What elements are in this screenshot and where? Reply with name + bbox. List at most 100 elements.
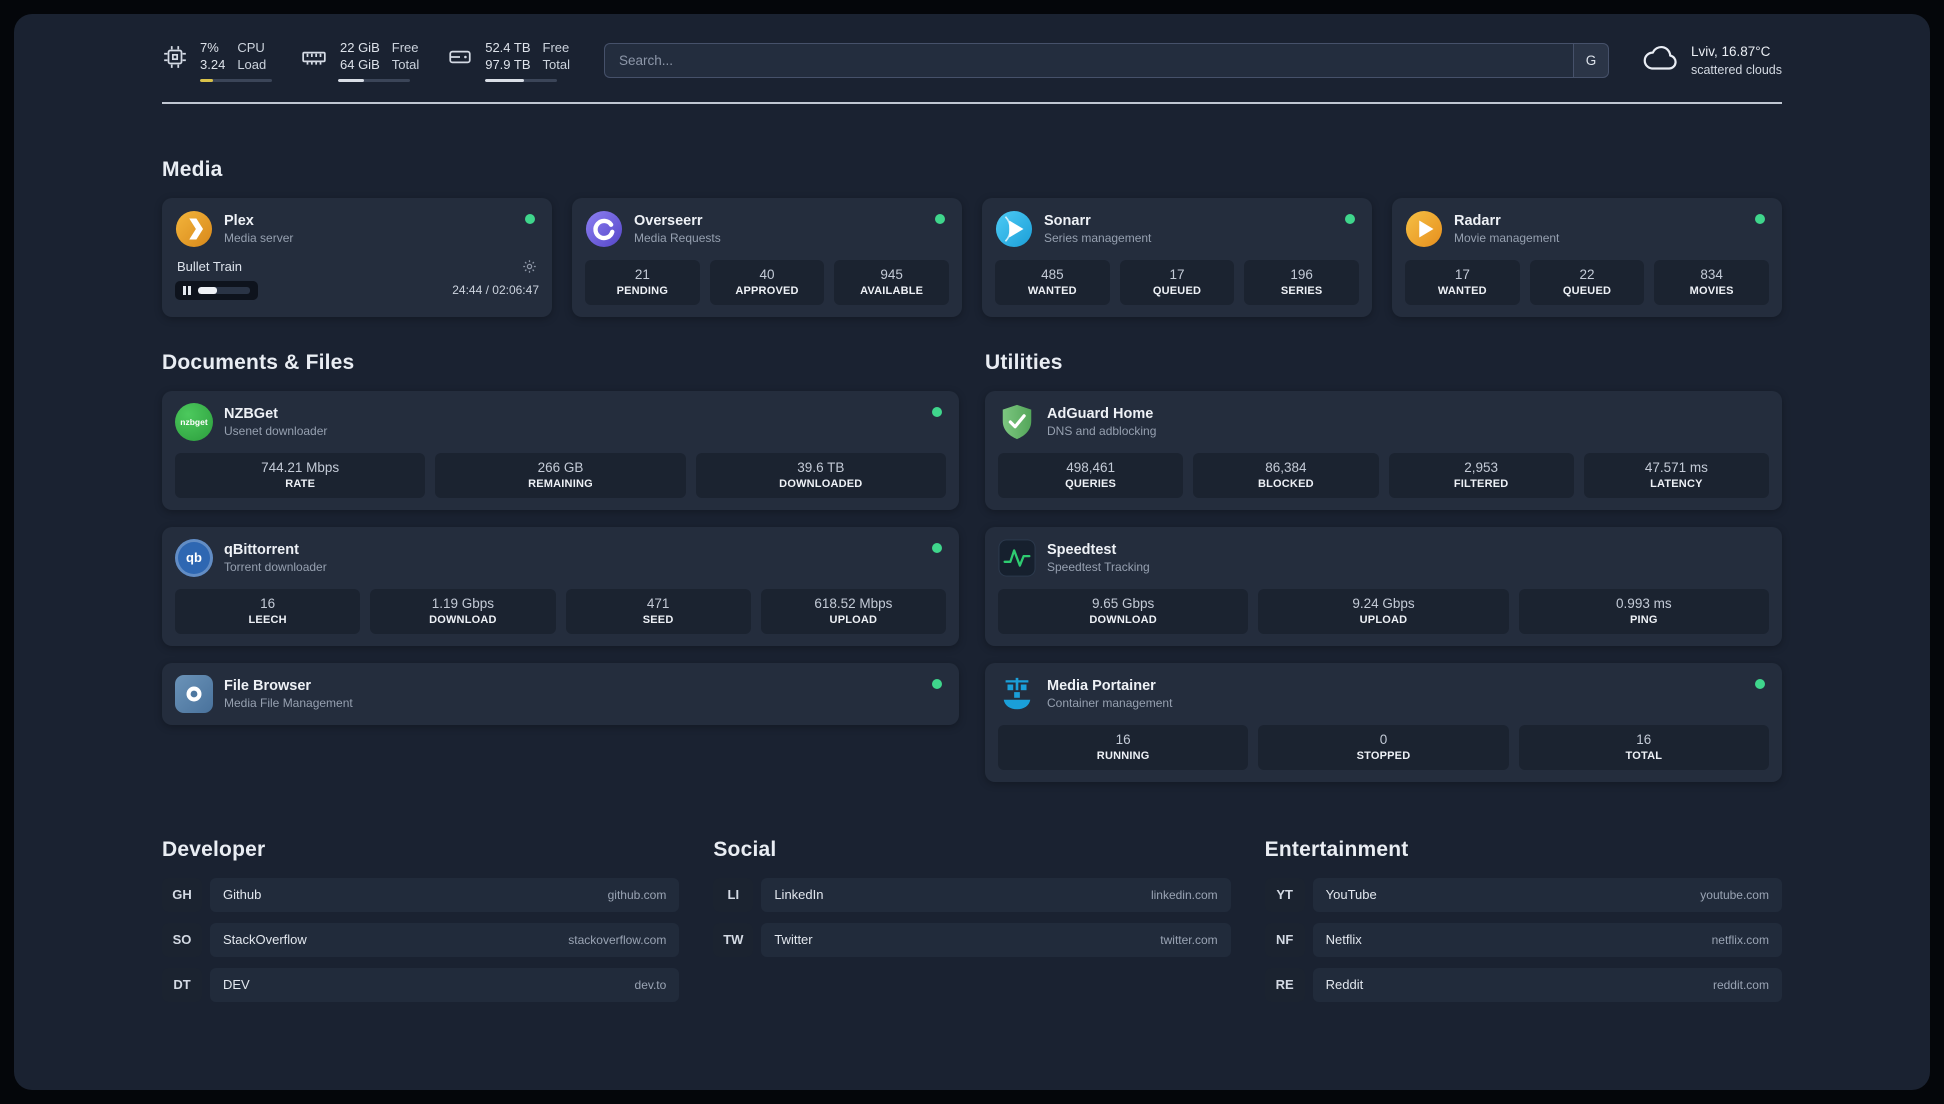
bookmark-abbr: TW xyxy=(713,922,754,957)
service-card-plex[interactable]: Plex Media server Bullet Train 24:44 / 0… xyxy=(162,197,552,317)
disk-label-1: Free xyxy=(542,40,570,55)
radarr-icon xyxy=(1405,210,1443,248)
disk-icon xyxy=(447,44,473,70)
bookmark-url: netflix.com xyxy=(1711,932,1769,947)
stat-value: 16 xyxy=(1115,731,1131,747)
stat-queued: 22 QUEUED xyxy=(1529,259,1645,305)
stat-value: 471 xyxy=(646,595,670,611)
stat-label: LATENCY xyxy=(1650,477,1703,490)
service-card-speedtest[interactable]: Speedtest Speedtest Tracking 9.65 Gbps D… xyxy=(985,526,1782,646)
stat-wanted: 485 WANTED xyxy=(995,259,1110,305)
service-card-qbittorrent[interactable]: qb qBittorrent Torrent downloader 16 LEE… xyxy=(162,526,959,646)
cpu-icon xyxy=(162,44,188,70)
service-description: Container management xyxy=(1047,695,1173,710)
search-box: G xyxy=(603,43,1609,79)
service-description: Speedtest Tracking xyxy=(1047,559,1150,574)
service-description: Usenet downloader xyxy=(224,423,328,438)
stat-value: 834 xyxy=(1700,266,1723,282)
playback-progress[interactable] xyxy=(197,286,250,294)
stat-label: MOVIES xyxy=(1689,284,1734,297)
cpu-widget: 7% 3.24 CPU Load xyxy=(162,40,272,82)
stat-label: RUNNING xyxy=(1096,749,1150,762)
bookmark-youtube[interactable]: YT YouTube youtube.com xyxy=(1264,877,1782,912)
stat-value: 1.19 Gbps xyxy=(431,595,495,611)
bookmark-name: DEV xyxy=(223,977,250,993)
service-card-portainer[interactable]: Media Portainer Container management 16 … xyxy=(985,662,1782,782)
stat-latency: 47.571 ms LATENCY xyxy=(1583,452,1769,498)
stat-label: BLOCKED xyxy=(1257,477,1314,490)
dashboard: 7% 3.24 CPU Load 22 GiB 64 GiB Free Tota… xyxy=(14,14,1930,1090)
stat-pending: 21 PENDING xyxy=(585,259,700,305)
service-name: qBittorrent xyxy=(224,541,299,558)
disk-total: 97.9 TB xyxy=(485,56,531,72)
stat-rate: 744.21 Mbps RATE xyxy=(175,452,426,498)
weather-location: Lviv, 16.87°C xyxy=(1690,44,1771,60)
stat-label: TOTAL xyxy=(1625,749,1663,762)
memory-free: 22 GiB xyxy=(340,40,380,55)
memory-label-1: Free xyxy=(391,40,419,55)
service-name: Plex xyxy=(224,212,254,229)
disk-label-2: Total xyxy=(542,56,570,72)
bookmark-url: youtube.com xyxy=(1700,887,1769,902)
stat-value: 618.52 Mbps xyxy=(814,595,893,611)
stat-stopped: 0 STOPPED xyxy=(1258,724,1509,770)
status-dot xyxy=(1755,213,1765,224)
service-name: NZBGet xyxy=(224,405,278,422)
cpu-usage: 7% xyxy=(200,40,219,55)
service-description: Media server xyxy=(224,230,294,245)
stat-label: REMAINING xyxy=(528,477,593,490)
qbittorrent-icon: qb xyxy=(175,538,213,577)
top-bar: 7% 3.24 CPU Load 22 GiB 64 GiB Free Tota… xyxy=(162,40,1782,82)
bookmark-stackoverflow[interactable]: SO StackOverflow stackoverflow.com xyxy=(162,922,680,957)
stat-approved: 40 APPROVED xyxy=(709,259,825,305)
utilities-column: Utilities AdGuard Home DNS and adblockin… xyxy=(985,351,1782,782)
bookmark-name: Netflix xyxy=(1325,932,1362,948)
service-name: AdGuard Home xyxy=(1047,405,1154,422)
service-card-filebrowser[interactable]: File Browser Media File Management xyxy=(162,662,959,725)
bookmark-dev[interactable]: DT DEV dev.to xyxy=(162,967,680,1002)
stat-filtered: 2,953 FILTERED xyxy=(1388,452,1574,498)
status-dot xyxy=(932,678,942,689)
weather-widget: Lviv, 16.87°C scattered clouds xyxy=(1643,43,1782,78)
pause-icon[interactable] xyxy=(183,285,191,295)
bookmark-group-entertainment: Entertainment YT YouTube youtube.com NF … xyxy=(1264,838,1782,1002)
service-description: DNS and adblocking xyxy=(1047,423,1157,438)
section-title-developer: Developer xyxy=(162,837,266,861)
stat-value: 2,953 xyxy=(1464,459,1499,475)
gear-icon[interactable] xyxy=(522,259,537,274)
stat-value: 86,384 xyxy=(1265,459,1307,475)
bookmark-abbr: DT xyxy=(162,967,202,1002)
service-card-adguard[interactable]: AdGuard Home DNS and adblocking 498,461 … xyxy=(985,390,1782,510)
bookmark-abbr: GH xyxy=(162,877,202,912)
status-dot xyxy=(932,542,942,553)
memory-usage-bar xyxy=(338,78,410,82)
stat-value: 9.24 Gbps xyxy=(1352,595,1415,611)
bookmark-netflix[interactable]: NF Netflix netflix.com xyxy=(1264,922,1782,957)
service-card-radarr[interactable]: Radarr Movie management 17 WANTED 22 QUE… xyxy=(1392,197,1782,317)
service-name: Radarr xyxy=(1454,212,1501,229)
stat-value: 0.993 ms xyxy=(1616,595,1672,611)
bookmark-reddit[interactable]: RE Reddit reddit.com xyxy=(1264,967,1782,1002)
stat-available: 945 AVAILABLE xyxy=(834,259,950,305)
stat-value: 17 xyxy=(1169,266,1185,282)
stat-label: SEED xyxy=(642,613,674,626)
bookmark-linkedin[interactable]: LI LinkedIn linkedin.com xyxy=(713,877,1231,912)
stat-wanted: 17 WANTED xyxy=(1405,259,1520,305)
bookmark-twitter[interactable]: TW Twitter twitter.com xyxy=(713,922,1231,957)
weather-condition: scattered clouds xyxy=(1690,62,1782,77)
now-playing-title: Bullet Train xyxy=(177,258,243,274)
bookmark-abbr: NF xyxy=(1264,922,1305,957)
stat-value: 498,461 xyxy=(1066,459,1116,475)
search-provider-button[interactable]: G xyxy=(1572,43,1609,79)
service-card-sonarr[interactable]: Sonarr Series management 485 WANTED 17 Q… xyxy=(982,197,1372,317)
service-card-overseerr[interactable]: Overseerr Media Requests 21 PENDING 40 A… xyxy=(572,197,962,317)
service-card-nzbget[interactable]: nzbget NZBGet Usenet downloader 744.21 M… xyxy=(162,390,959,510)
stat-value: 39.6 TB xyxy=(797,459,845,475)
status-dot xyxy=(1345,213,1355,224)
bookmark-abbr: RE xyxy=(1264,967,1305,1002)
bookmark-name: Twitter xyxy=(774,932,813,948)
bookmark-github[interactable]: GH Github github.com xyxy=(162,877,680,912)
stat-queued: 17 QUEUED xyxy=(1119,259,1235,305)
plex-icon xyxy=(175,210,213,248)
search-input[interactable] xyxy=(603,43,1573,79)
